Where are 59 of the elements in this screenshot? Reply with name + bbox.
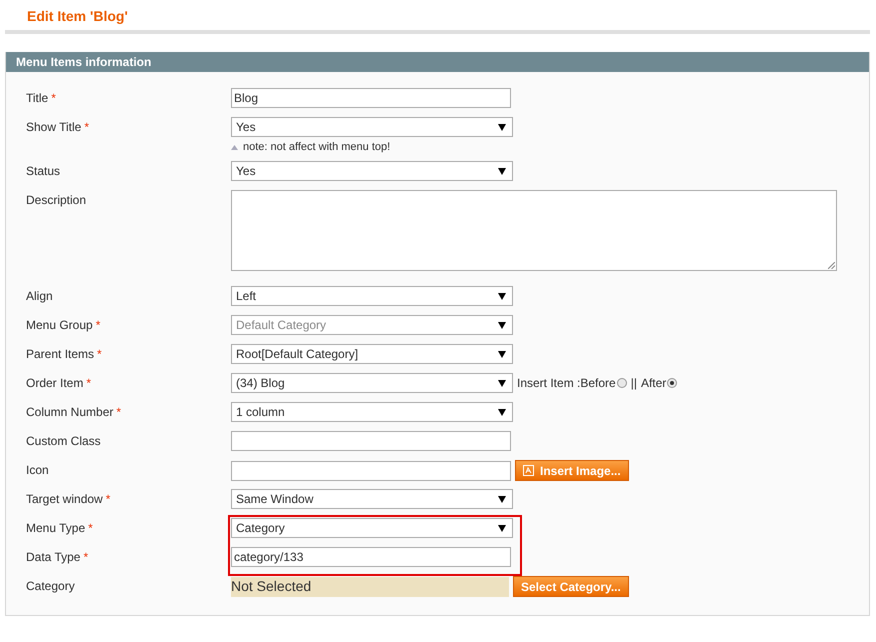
category-value: Not Selected xyxy=(231,576,509,596)
radio-button[interactable] xyxy=(667,378,678,388)
page-title: Edit Item 'Blog' xyxy=(27,8,128,24)
insert-label: Insert Item : xyxy=(517,376,580,390)
image-icon xyxy=(523,465,534,476)
field-label: Parent Items xyxy=(26,347,94,361)
field-label: Title xyxy=(26,91,48,105)
separator-text: || xyxy=(630,376,637,390)
required-mark: * xyxy=(84,120,90,134)
field-label: Align xyxy=(26,289,53,303)
caret-icon xyxy=(498,124,506,130)
dropdown[interactable]: Same Window xyxy=(231,489,513,509)
field-label: Show Title xyxy=(26,120,82,134)
caret-icon xyxy=(498,168,506,174)
field-label: Menu Type xyxy=(26,521,86,535)
required-mark: * xyxy=(97,347,102,361)
text-field[interactable]: category/133 xyxy=(231,547,511,567)
field-label: Data Type xyxy=(26,550,80,564)
required-mark: * xyxy=(116,405,122,419)
caret-icon xyxy=(498,350,506,358)
dropdown[interactable]: (34) Blog xyxy=(231,373,513,393)
resize-grip-icon xyxy=(828,262,835,269)
caret-icon xyxy=(498,292,506,300)
field-label: Target window xyxy=(26,492,103,506)
required-mark: * xyxy=(96,318,100,332)
dropdown[interactable]: Root[Default Category] xyxy=(231,344,513,364)
field-label: Category xyxy=(26,579,75,593)
radio-button[interactable] xyxy=(616,378,627,388)
caret-icon xyxy=(498,496,506,502)
caret-icon xyxy=(498,322,506,328)
panel-title: Menu Items information xyxy=(16,55,152,69)
dropdown[interactable]: Yes xyxy=(231,161,513,181)
required-mark: * xyxy=(106,492,110,506)
caret-icon xyxy=(498,524,506,532)
dropdown[interactable]: Left xyxy=(231,286,513,306)
dropdown[interactable]: Category xyxy=(231,518,513,538)
note-text: note: not affect with menu top! xyxy=(243,141,390,153)
note-icon xyxy=(231,144,238,150)
dropdown[interactable]: Yes xyxy=(231,117,513,137)
description-field[interactable] xyxy=(231,190,837,271)
radio-label: Before xyxy=(580,376,616,390)
text-field[interactable]: Blog xyxy=(231,88,511,108)
required-mark: * xyxy=(86,376,92,390)
field-label: Description xyxy=(26,193,86,207)
text-field[interactable] xyxy=(231,431,511,451)
field-label: Custom Class xyxy=(26,434,101,448)
caret-icon xyxy=(498,380,506,386)
field-label: Order Item xyxy=(26,376,84,390)
radio-label: After xyxy=(640,376,666,390)
required-mark: * xyxy=(51,91,56,105)
text-field[interactable] xyxy=(231,460,511,480)
caret-icon xyxy=(498,408,506,416)
field-label: Column Number xyxy=(26,405,114,419)
field-label: Status xyxy=(26,164,60,178)
required-mark: * xyxy=(83,550,88,564)
required-mark: * xyxy=(88,521,93,535)
field-label: Menu Group xyxy=(26,318,93,332)
dropdown[interactable]: 1 column xyxy=(231,402,513,422)
field-label: Icon xyxy=(26,463,49,477)
